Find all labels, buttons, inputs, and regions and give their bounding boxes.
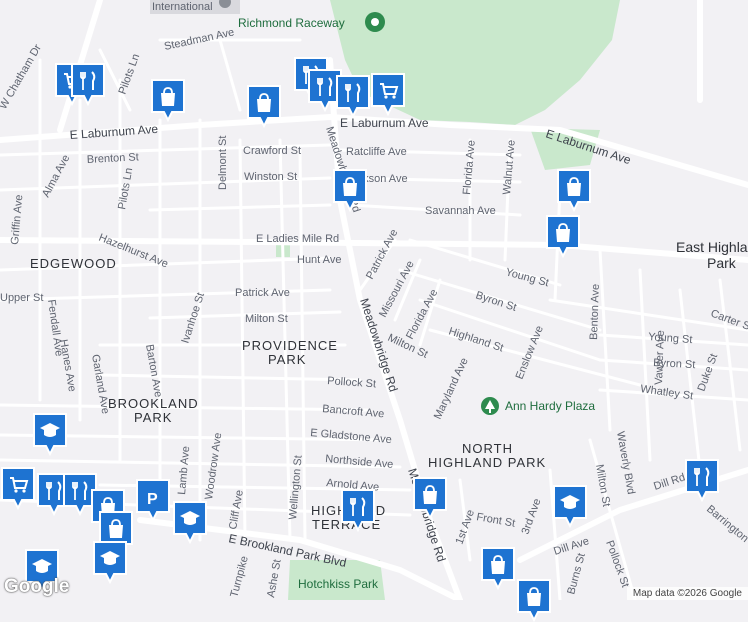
school-marker[interactable]: [32, 412, 68, 456]
shopping-bag-icon: [481, 547, 515, 590]
street-label-delmont: Delmont St: [217, 136, 229, 190]
shopping-bag-icon: [517, 579, 551, 622]
school-marker[interactable]: [552, 484, 588, 528]
school-marker[interactable]: [92, 540, 128, 584]
restaurant-marker[interactable]: [335, 74, 371, 118]
shopping-bag-icon: [247, 85, 281, 128]
shopping-marker[interactable]: [516, 578, 552, 622]
area-label-brookland-park: PARK: [134, 410, 172, 425]
street-label-patrick-1: Patrick Ave: [235, 287, 290, 299]
raceway-label: Richmond Raceway: [238, 16, 345, 30]
parking-icon: P: [136, 479, 170, 522]
shopping-bag-icon: [413, 477, 447, 520]
street-label-e-ladies-mile: E Ladies Mile Rd: [256, 233, 339, 245]
school-marker[interactable]: [172, 500, 208, 544]
shopping-marker[interactable]: [246, 84, 282, 128]
area-label-east-highland-park: Park: [707, 255, 737, 271]
restaurant-icon: [685, 459, 719, 502]
street-label-milton-1: Milton St: [245, 313, 288, 325]
area-label-brookland: BROOKLAND: [108, 396, 199, 411]
street-label-vawter: Vawter Ave: [653, 330, 667, 385]
shopping-bag-icon: [546, 215, 580, 258]
restaurant-marker[interactable]: [70, 62, 106, 106]
grocery-icon: [1, 467, 35, 510]
shopping-marker[interactable]: [545, 214, 581, 258]
street-label-ratcliffe: Ratcliffe Ave: [346, 146, 407, 158]
street-label-upper: Upper St: [0, 292, 43, 304]
shopping-marker[interactable]: [332, 168, 368, 212]
street-label-benton: Benton Ave: [588, 284, 602, 340]
school-icon: [33, 413, 67, 456]
street-label-crawford: Crawford St: [243, 145, 301, 157]
shopping-marker[interactable]: [150, 78, 186, 122]
restaurant-icon: [341, 489, 375, 532]
raceway-poi-icon-dot: [371, 18, 379, 26]
area-label-providence: PROVIDENCE: [242, 338, 338, 353]
shopping-marker[interactable]: [480, 546, 516, 590]
shopping-marker[interactable]: [556, 168, 592, 212]
street-label-hunt: Hunt Ave: [297, 254, 341, 266]
street-label-savannah: Savannah Ave: [425, 205, 496, 217]
restaurant-marker[interactable]: [340, 488, 376, 532]
grocery-marker[interactable]: [370, 72, 406, 116]
shopping-marker[interactable]: [412, 476, 448, 520]
parking-marker[interactable]: P: [135, 478, 171, 522]
area-label-north-highland-park: HIGHLAND PARK: [428, 455, 546, 470]
shopping-bag-icon: [557, 169, 591, 212]
area-label-edgewood: EDGEWOOD: [30, 256, 117, 271]
shopping-bag-icon: [151, 79, 185, 122]
restaurant-icon: [336, 75, 370, 118]
international-label: International: [152, 1, 213, 13]
shopping-bag-icon: [333, 169, 367, 212]
area-label-east-highland: East Highland: [676, 239, 748, 255]
street-label-winston: Winston St: [244, 171, 297, 183]
school-icon: [553, 485, 587, 528]
school-icon: [173, 501, 207, 544]
svg-text:P: P: [147, 491, 158, 508]
restaurant-icon: [71, 63, 105, 106]
area-label-providence-park: PARK: [268, 352, 306, 367]
plaza-label: Ann Hardy Plaza: [505, 399, 595, 413]
grocery-marker[interactable]: [0, 466, 36, 510]
school-icon: [93, 541, 127, 584]
hotchkiss-label: Hotchkiss Park: [298, 577, 379, 591]
grocery-icon: [371, 73, 405, 116]
restaurant-marker[interactable]: [684, 458, 720, 502]
google-logo[interactable]: Google: [4, 576, 69, 598]
street-label-e-laburnum-2: E Laburnum Ave: [340, 116, 429, 130]
area-label-north: NORTH: [462, 441, 513, 456]
map-attribution[interactable]: Map data ©2026 Google: [626, 587, 748, 600]
